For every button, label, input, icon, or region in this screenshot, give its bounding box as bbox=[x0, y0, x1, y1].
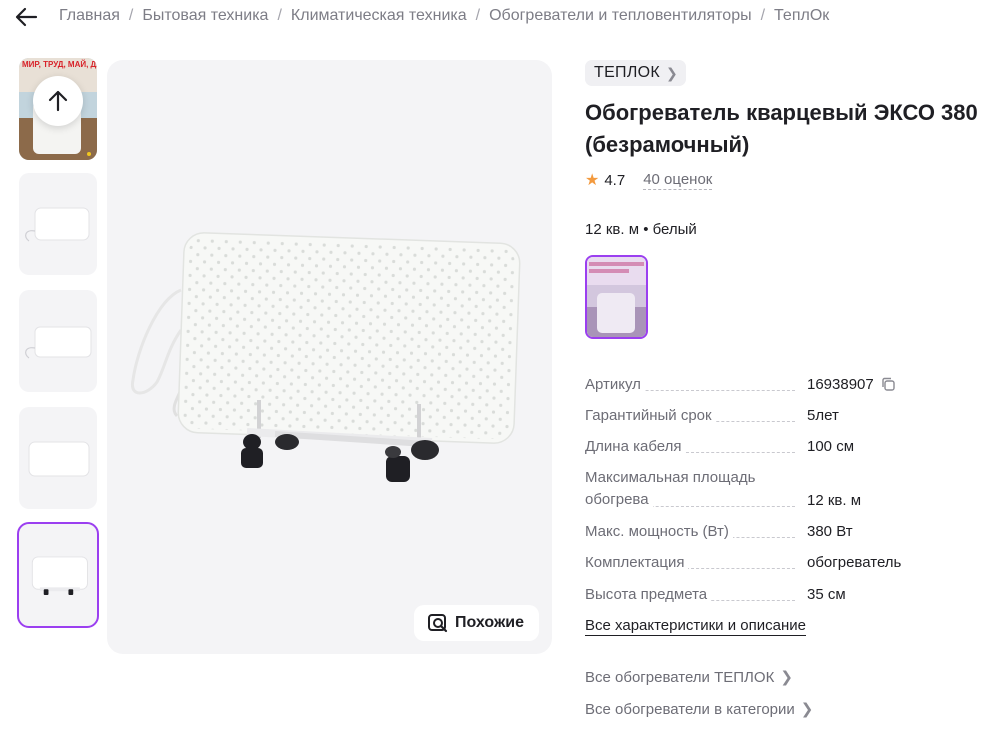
variant-option-thumbnail[interactable] bbox=[585, 255, 648, 339]
breadcrumb-climate[interactable]: Климатическая техника bbox=[291, 7, 467, 25]
gallery-thumbnail-heater-side[interactable] bbox=[19, 173, 97, 275]
spec-value: 5лет bbox=[807, 407, 839, 424]
similar-products-button[interactable]: Похожие bbox=[414, 605, 539, 641]
spec-name: Артикул bbox=[585, 374, 645, 396]
breadcrumb-appliances[interactable]: Бытовая техника bbox=[142, 7, 268, 25]
spec-value-text: 16938907 bbox=[807, 376, 874, 393]
back-arrow-icon[interactable] bbox=[14, 5, 40, 29]
reviews-link[interactable]: 40 оценок bbox=[643, 171, 713, 190]
breadcrumb-list: Главная / Бытовая техника / Климатическа… bbox=[59, 7, 829, 25]
main-product-image[interactable] bbox=[107, 60, 552, 654]
gallery-thumbnail-heater-panel[interactable] bbox=[19, 407, 97, 509]
spec-name: Макс. мощность (Вт) bbox=[585, 521, 733, 543]
brand-chip[interactable]: ТЕПЛОК ❯ bbox=[585, 60, 687, 86]
thumb-banner-text: МИР, ТРУД, МАЙ, ДАЮ ОБОГРЕВАТЕЛЬ bbox=[22, 60, 97, 69]
similar-search-icon bbox=[428, 614, 448, 633]
heater-illustration bbox=[130, 232, 521, 482]
spec-value: обогреватель bbox=[807, 554, 902, 571]
spec-value: 380 Вт bbox=[807, 523, 853, 540]
rating-summary: ★ 4.7 40 оценок bbox=[585, 170, 713, 190]
spec-name: Комплектация bbox=[585, 552, 689, 574]
brand-name: ТЕПЛОК bbox=[594, 64, 661, 81]
breadcrumb-heaters[interactable]: Обогреватели и тепловентиляторы bbox=[489, 7, 752, 25]
breadcrumb-brand[interactable]: ТеплОк bbox=[774, 7, 829, 25]
breadcrumb-home[interactable]: Главная bbox=[59, 7, 120, 25]
spec-value: 35 см bbox=[807, 586, 846, 603]
copy-icon[interactable] bbox=[881, 377, 895, 391]
chevron-right-icon: ❯ bbox=[800, 701, 814, 718]
spec-value: 100 см bbox=[807, 438, 855, 455]
breadcrumb-separator: / bbox=[128, 7, 134, 24]
breadcrumb-separator: / bbox=[277, 7, 282, 24]
category-link[interactable]: Все обогреватели в категории ❯ bbox=[585, 700, 813, 718]
scroll-up-button[interactable] bbox=[33, 76, 83, 126]
similar-label: Похожие bbox=[455, 614, 525, 631]
gallery-thumbnail-heater-front[interactable] bbox=[19, 290, 97, 392]
star-icon: ★ bbox=[585, 172, 600, 189]
variant-label: 12 кв. м • белый bbox=[585, 221, 697, 238]
breadcrumb-separator: / bbox=[760, 7, 766, 24]
category-label: Все обогреватели в категории bbox=[585, 701, 795, 718]
spec-name: Длина кабеля bbox=[585, 436, 686, 458]
rating-score: 4.7 bbox=[604, 171, 626, 189]
gallery-thumbnail-heater-with-stand[interactable] bbox=[17, 522, 99, 628]
spec-value: 12 кв. м bbox=[807, 492, 862, 509]
spec-value: 16938907 bbox=[807, 374, 895, 396]
arrow-up-icon bbox=[48, 90, 68, 112]
brand-category-link[interactable]: Все обогреватели ТЕПЛОК ❯ bbox=[585, 668, 793, 686]
product-title: Обогреватель кварцевый ЭКСО 380 (безрамо… bbox=[585, 100, 978, 157]
all-specs-link[interactable]: Все характеристики и описание bbox=[585, 617, 806, 636]
spec-name: Максимальная площадь обогрева bbox=[585, 467, 790, 511]
spec-name-text: Максимальная площадь обогрева bbox=[585, 469, 756, 508]
chevron-right-icon: ❯ bbox=[666, 64, 679, 81]
spec-name: Гарантийный срок bbox=[585, 405, 716, 427]
brand-category-label: Все обогреватели ТЕПЛОК bbox=[585, 669, 775, 686]
breadcrumb: Главная / Бытовая техника / Климатическа… bbox=[0, 0, 1000, 34]
chevron-right-icon: ❯ bbox=[780, 669, 793, 686]
spec-name: Высота предмета bbox=[585, 584, 712, 606]
breadcrumb-separator: / bbox=[475, 7, 481, 24]
